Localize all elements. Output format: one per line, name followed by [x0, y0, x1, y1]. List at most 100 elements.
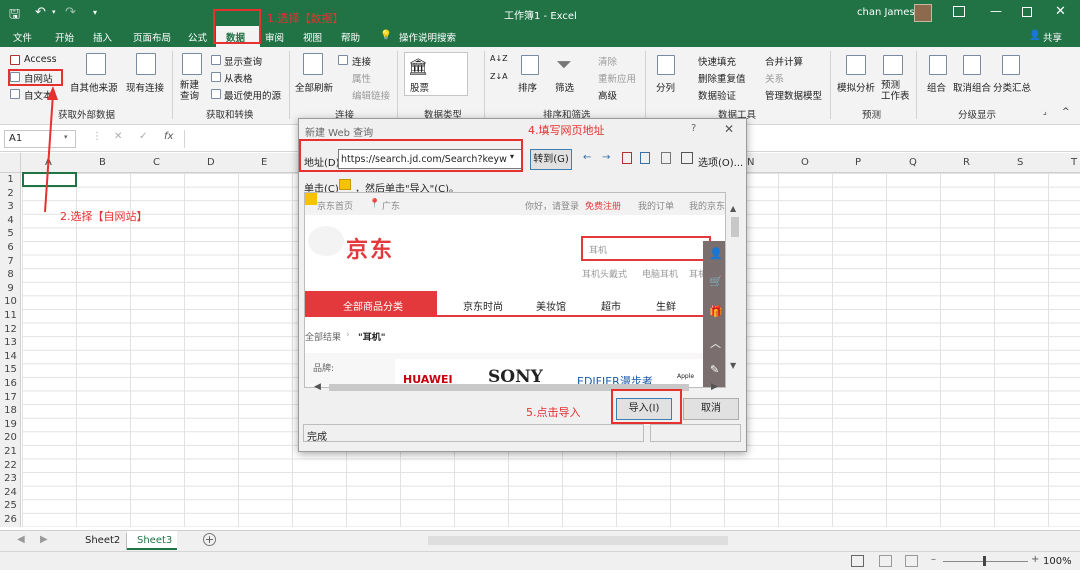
dialog-launcher-icon[interactable]: ⌟ [1043, 107, 1047, 116]
page-layout-icon[interactable] [879, 555, 892, 567]
existing-connections-button[interactable]: 现有连接 [126, 80, 164, 94]
row-header[interactable]: 5 [0, 228, 21, 239]
connections-button[interactable]: 连接 [352, 54, 371, 68]
row-header[interactable]: 11 [0, 310, 21, 321]
refresh-icon[interactable] [640, 152, 650, 164]
column-header[interactable]: S [1017, 157, 1023, 168]
new-query-button[interactable]: 新建 查询 [180, 80, 199, 102]
cancel-button[interactable]: 取消 [683, 398, 739, 420]
jd-breadcrumb[interactable]: 全部结果 [305, 330, 341, 343]
jd-hot-word[interactable]: 耳机头戴式 [582, 267, 627, 280]
share-button[interactable]: 共享 [1043, 30, 1062, 44]
scroll-left-icon[interactable]: ◀ [314, 382, 321, 392]
user-icon[interactable]: 👤 [709, 247, 723, 260]
jd-hot-word[interactable]: 电脑耳机 [642, 267, 678, 280]
properties-button[interactable]: 属性 [352, 71, 371, 85]
group-button[interactable]: 组合 [927, 80, 946, 94]
row-header[interactable]: 18 [0, 405, 21, 416]
insert-function-icon[interactable]: fx [164, 131, 173, 142]
close-icon[interactable]: ✕ [1055, 4, 1066, 19]
edit-icon[interactable]: ✎ [710, 363, 719, 376]
add-sheet-icon[interactable]: + [203, 533, 216, 546]
sort-az-icon[interactable]: A↓Z [490, 54, 508, 63]
tab-insert[interactable]: 插入 [93, 30, 112, 44]
tab-file[interactable]: 文件 [13, 30, 32, 44]
show-queries-button[interactable]: 显示查询 [224, 54, 262, 68]
row-header[interactable]: 6 [0, 242, 21, 253]
jd-location[interactable]: 广东 [382, 199, 400, 212]
normal-view-icon[interactable] [851, 555, 864, 567]
column-header[interactable]: N [747, 157, 754, 168]
forward-icon[interactable]: → [602, 152, 610, 163]
row-header[interactable]: 12 [0, 324, 21, 335]
jd-my[interactable]: 我的京东 [689, 199, 725, 212]
table-select-marker[interactable] [305, 193, 317, 205]
options-button[interactable]: 选项(O)... [698, 154, 743, 169]
gift-icon[interactable]: 🎁 [709, 305, 723, 318]
stop-icon[interactable] [622, 152, 632, 164]
next-sheet-icon[interactable]: ▶ [40, 534, 48, 545]
row-header[interactable]: 19 [0, 419, 21, 430]
prev-sheet-icon[interactable]: ◀ [17, 534, 25, 545]
jd-nav-item[interactable]: 京东时尚 [463, 298, 503, 313]
avatar[interactable] [914, 4, 932, 22]
data-validation-button[interactable]: 数据验证 [698, 88, 736, 102]
column-header[interactable]: R [963, 157, 970, 168]
forecast-sheet-button[interactable]: 预测 工作表 [881, 80, 910, 102]
zoom-level[interactable]: 100% [1043, 556, 1072, 567]
edit-links-button[interactable]: 编辑链接 [352, 88, 390, 102]
scroll-right-icon[interactable]: ▶ [711, 382, 718, 392]
clear-button[interactable]: 清除 [598, 54, 617, 68]
row-header[interactable]: 17 [0, 392, 21, 403]
remove-duplicates-button[interactable]: 删除重复值 [698, 71, 746, 85]
row-header[interactable]: 2 [0, 188, 21, 199]
share-icon[interactable]: 👤 [1029, 30, 1041, 41]
redo-icon[interactable]: ↷ [65, 5, 76, 20]
relationships-button[interactable]: 关系 [765, 71, 784, 85]
jd-login[interactable]: 你好，请登录 [525, 199, 579, 212]
tab-page-layout[interactable]: 页面布局 [133, 30, 171, 44]
column-header[interactable]: O [801, 157, 809, 168]
brand-apple[interactable]: Apple [677, 373, 694, 380]
zoom-in-icon[interactable]: + [1031, 554, 1039, 565]
row-header[interactable]: 14 [0, 351, 21, 362]
row-header[interactable]: 24 [0, 487, 21, 498]
help-icon[interactable]: ? [691, 123, 696, 134]
jd-nav-item[interactable]: 超市 [601, 298, 621, 313]
cart-icon[interactable]: 🛒 [709, 275, 723, 288]
zoom-slider-thumb[interactable] [983, 556, 986, 566]
recent-sources-button[interactable]: 最近使用的源 [224, 88, 281, 102]
select-all-corner[interactable] [0, 153, 21, 173]
web-preview[interactable]: 京东首页 📍 广东 你好，请登录 免费注册 我的订单 我的京东 京东 耳机 耳机… [304, 192, 726, 388]
jd-orders[interactable]: 我的订单 [638, 199, 674, 212]
advanced-button[interactable]: 高级 [598, 88, 617, 102]
sort-za-icon[interactable]: Z↓A [490, 72, 508, 81]
from-table-button[interactable]: 从表格 [224, 71, 253, 85]
column-header[interactable]: Q [909, 157, 917, 168]
row-header[interactable]: 9 [0, 283, 21, 294]
hide-icons-icon[interactable] [661, 152, 671, 164]
save-query-icon[interactable] [681, 152, 693, 164]
subtotal-button[interactable]: 分类汇总 [993, 80, 1031, 94]
access-button[interactable]: Access [24, 54, 57, 65]
ribbon-display-icon[interactable] [953, 6, 965, 17]
customize-icon[interactable]: ▾ [93, 8, 97, 17]
jd-nav-item[interactable]: 生鲜 [656, 298, 676, 313]
text-to-columns-button[interactable]: 分列 [656, 80, 675, 94]
column-header[interactable]: C [153, 157, 160, 168]
stocks-button[interactable]: 股票 [410, 80, 429, 94]
vertical-scroll-thumb[interactable] [731, 217, 739, 237]
tab-help[interactable]: 帮助 [341, 30, 360, 44]
tell-me-search[interactable]: 操作说明搜索 [399, 30, 456, 44]
minimize-icon[interactable]: — [990, 4, 1002, 18]
row-header[interactable]: 22 [0, 460, 21, 471]
column-header[interactable]: T [1071, 157, 1077, 168]
column-header[interactable]: D [207, 157, 215, 168]
maximize-icon[interactable] [1022, 7, 1032, 17]
tab-review[interactable]: 审阅 [265, 30, 284, 44]
what-if-button[interactable]: 模拟分析 [837, 80, 875, 94]
row-header[interactable]: 7 [0, 256, 21, 267]
go-button[interactable]: 转到(G) [530, 149, 572, 170]
column-header[interactable]: E [261, 157, 267, 168]
ungroup-button[interactable]: 取消组合 [953, 80, 991, 94]
